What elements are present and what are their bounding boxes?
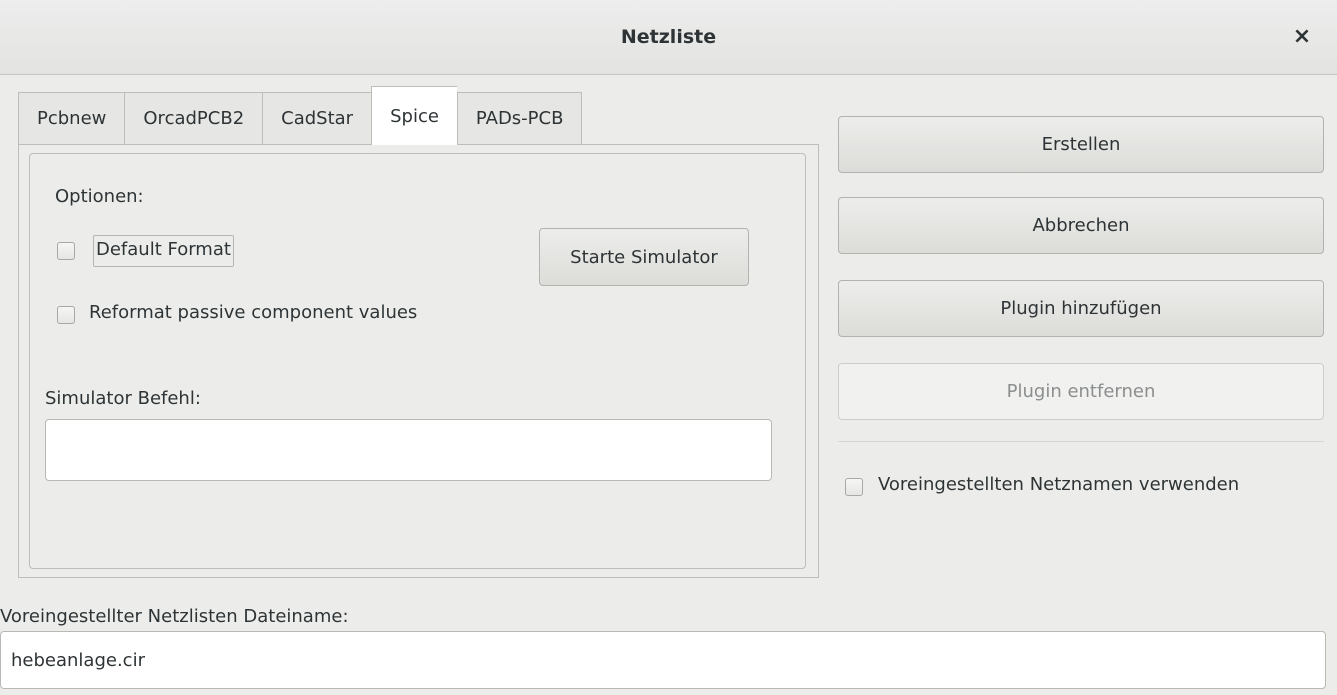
cancel-button[interactable]: Abbrechen <box>838 197 1324 254</box>
actions-separator <box>838 441 1324 442</box>
netlist-dialog: Netzliste × Pcbnew OrcadPCB2 CadStar Spi… <box>0 0 1337 695</box>
spice-options-page: Optionen: Default Format Reformat passiv… <box>29 153 806 569</box>
add-plugin-button[interactable]: Plugin hinzufügen <box>838 280 1324 337</box>
reformat-passive-label[interactable]: Reformat passive component values <box>89 302 417 323</box>
dialog-body: Pcbnew OrcadPCB2 CadStar Spice PADs-PCB … <box>0 75 1337 695</box>
use-default-netnames-checkbox[interactable] <box>845 478 863 496</box>
netlist-format-tabs: Pcbnew OrcadPCB2 CadStar Spice PADs-PCB <box>18 86 583 145</box>
dialog-title: Netzliste <box>620 26 717 48</box>
start-simulator-button[interactable]: Starte Simulator <box>539 228 749 286</box>
default-format-checkbox[interactable] <box>57 242 75 260</box>
create-button[interactable]: Erstellen <box>838 116 1324 173</box>
tab-cadstar[interactable]: CadStar <box>262 92 372 145</box>
default-filename-label: Voreingestellter Netzlisten Dateiname: <box>0 606 349 627</box>
simulator-command-label: Simulator Befehl: <box>45 388 201 409</box>
notebook-frame: Optionen: Default Format Reformat passiv… <box>18 144 819 578</box>
tab-pcbnew[interactable]: Pcbnew <box>18 92 125 145</box>
default-format-label[interactable]: Default Format <box>93 235 234 267</box>
use-default-netnames-label[interactable]: Voreingestellten Netznamen verwenden <box>878 474 1239 495</box>
reformat-passive-checkbox[interactable] <box>57 306 75 324</box>
close-icon[interactable]: × <box>1289 24 1315 50</box>
titlebar: Netzliste × <box>0 0 1337 75</box>
tab-orcadpcb2[interactable]: OrcadPCB2 <box>124 92 263 145</box>
remove-plugin-button: Plugin entfernen <box>838 363 1324 420</box>
default-filename-input[interactable]: hebeanlage.cir <box>0 631 1326 689</box>
options-label: Optionen: <box>55 186 144 207</box>
tab-pads-pcb[interactable]: PADs-PCB <box>456 92 583 145</box>
tab-spice[interactable]: Spice <box>371 86 457 145</box>
simulator-command-input[interactable] <box>45 419 772 481</box>
